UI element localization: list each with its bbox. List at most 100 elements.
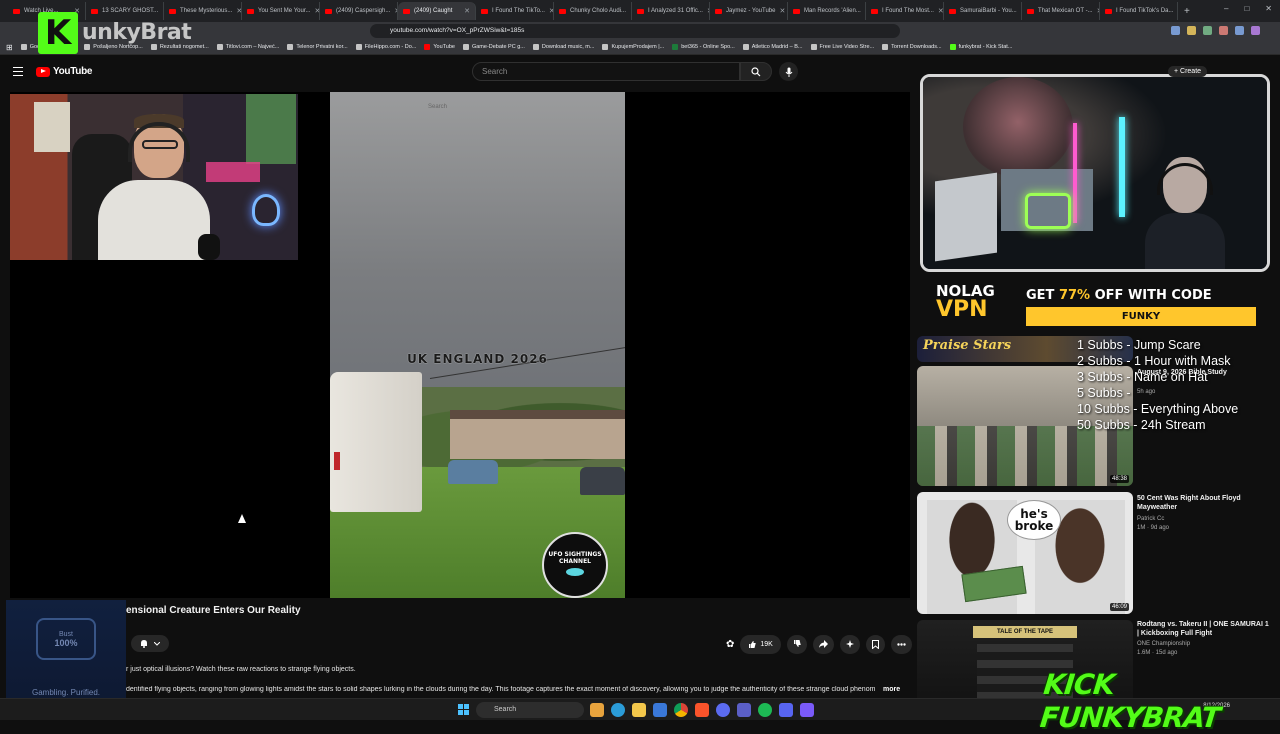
tab-label: (2409) Caught	[414, 8, 452, 14]
kick-funkybrat-banner: KICK FUNKYBRAT	[1039, 668, 1280, 734]
widgets-app-icon[interactable]	[590, 703, 604, 717]
close-window-button[interactable]: ✕	[1265, 4, 1272, 13]
recommended-video-channel[interactable]: ONE Championship	[1137, 640, 1190, 648]
extension-icon[interactable]	[1171, 26, 1180, 35]
apps-grid-icon[interactable]: ⊞	[6, 43, 13, 52]
browser-tab[interactable]: These Mysterious...✕	[164, 2, 242, 20]
maximize-button[interactable]: □	[1244, 4, 1249, 13]
dislike-button[interactable]	[787, 635, 807, 654]
discord-icon[interactable]	[779, 703, 793, 717]
window-controls: – □ ✕	[1224, 4, 1272, 13]
screen-face	[963, 77, 1073, 177]
brave-icon[interactable]	[695, 703, 709, 717]
extension-icon[interactable]	[1203, 26, 1212, 35]
bookmark-item[interactable]: FileHippo.com - Do...	[356, 44, 417, 50]
sub-goal: 3 Subbs - Name on Hat	[1077, 369, 1277, 385]
chrome-icon[interactable]	[674, 703, 688, 717]
youtube-logo[interactable]: YouTube	[36, 66, 92, 77]
tab-label: Chunky Cholo Audi...	[570, 8, 626, 14]
youtube-header: YouTube Search	[0, 56, 915, 88]
bookmark-item[interactable]: Download music, m...	[533, 44, 595, 50]
blue-car	[448, 460, 498, 484]
bookmark-label: bet365 - Online Spo...	[681, 44, 735, 50]
bookmark-label: Atletico Madrid – B...	[752, 44, 803, 50]
bookmark-item[interactable]: funkybrat - Kick Stat...	[950, 44, 1013, 50]
tab-label: You Sent Me Your...	[258, 8, 311, 14]
extension-icon[interactable]	[1187, 26, 1196, 35]
bookmark-item[interactable]: Torrent Downloads...	[882, 44, 941, 50]
tab-label: (2409) Caspersigh...	[336, 8, 390, 14]
browser-tab[interactable]: I Found TikTok's Da...✕	[1100, 2, 1178, 20]
bookmark-item[interactable]: KupujemProdajem |...	[602, 44, 664, 50]
extension-icon[interactable]	[1235, 26, 1244, 35]
new-tab-button[interactable]: +	[1184, 6, 1190, 17]
notification-bell-button[interactable]	[131, 635, 169, 652]
gambling-percent: 100%	[54, 638, 77, 648]
minimize-button[interactable]: –	[1224, 4, 1228, 13]
youtube-favicon-icon	[793, 9, 800, 14]
youtube-favicon-icon	[559, 9, 566, 14]
browser-tab[interactable]: I Analyzed 31 Offic...✕	[632, 2, 710, 20]
extension-action-icon[interactable]: ✿	[726, 639, 734, 650]
like-button[interactable]: 19K	[740, 635, 780, 654]
teams-icon[interactable]	[737, 703, 751, 717]
windows-start-icon[interactable]	[458, 704, 469, 715]
create-button[interactable]: + Create	[1168, 66, 1207, 77]
browser-tab[interactable]: I Found The Most... ✕	[866, 2, 944, 20]
taskbar-search[interactable]: Search	[476, 702, 584, 718]
browser-tab[interactable]: You Sent Me Your...✕	[242, 2, 320, 20]
messenger-icon[interactable]	[716, 703, 730, 717]
browser-tab-active[interactable]: (2409) Caught ✕	[398, 2, 476, 20]
thumbnail-audience	[917, 426, 1133, 486]
spotify-icon[interactable]	[758, 703, 772, 717]
search-button[interactable]	[740, 62, 772, 81]
bookmark-item[interactable]: Free Live Video Stre...	[811, 44, 875, 50]
app-icon[interactable]	[800, 703, 814, 717]
youtube-play-icon	[36, 67, 50, 77]
search-input[interactable]: Search	[472, 62, 740, 81]
browser-tab[interactable]: I Found The TikTo...✕	[476, 2, 554, 20]
bookmark-item[interactable]: Titlovi.com – Najveć...	[217, 44, 280, 50]
youtube-favicon-icon	[871, 9, 878, 14]
browser-tab[interactable]: 13 SCARY GHOST...✕	[86, 2, 164, 20]
browser-tab[interactable]: That Mexican OT -...✕	[1022, 2, 1100, 20]
recommended-video-title[interactable]: Rodtang vs. Takeru II | ONE SAMURAI 1 | …	[1137, 620, 1272, 638]
description-more-link[interactable]: more	[883, 686, 900, 693]
youtube-favicon-icon	[949, 9, 956, 14]
search-icon	[751, 67, 761, 77]
close-tab-icon[interactable]: ✕	[938, 7, 944, 15]
ask-ai-button[interactable]	[840, 635, 860, 654]
bookmark-item[interactable]: Atletico Madrid – B...	[743, 44, 803, 50]
vpn-code: FUNKY	[1026, 307, 1256, 326]
share-button[interactable]	[813, 635, 834, 654]
close-tab-icon[interactable]: ✕	[779, 7, 785, 15]
browser-tab[interactable]: Man Records 'Alien...✕	[788, 2, 866, 20]
voice-search-button[interactable]	[779, 62, 798, 81]
edge-browser-icon[interactable]	[611, 703, 625, 717]
file-explorer-icon[interactable]	[632, 703, 646, 717]
tab-label: I Found The Most...	[882, 8, 934, 14]
store-icon[interactable]	[653, 703, 667, 717]
recommended-video-thumbnail[interactable]: he's broke 46:09	[917, 492, 1133, 614]
recommended-video-channel[interactable]: Patrick Cc	[1137, 515, 1164, 523]
browser-tab[interactable]: Chunky Cholo Audi...✕	[554, 2, 632, 20]
more-actions-button[interactable]	[891, 635, 912, 654]
browser-tab[interactable]: (2409) Caspersigh...✕	[320, 2, 398, 20]
extension-icon[interactable]	[1251, 26, 1260, 35]
extension-icon[interactable]	[1219, 26, 1228, 35]
close-tab-icon[interactable]: ✕	[464, 7, 470, 15]
browser-tab[interactable]: Jaymez - YouTube✕	[710, 2, 788, 20]
bookmark-item[interactable]: YouTube	[424, 44, 455, 50]
bookmark-item[interactable]: Game-Debate PC g...	[463, 44, 525, 50]
bookmark-item[interactable]: bet365 - Online Spo...	[672, 44, 735, 50]
browser-tab[interactable]: SamuraiBarbi - You...✕	[944, 2, 1022, 20]
url-field[interactable]: youtube.com/watch?v=OX_pPrZWSiw&t=185s	[370, 24, 900, 38]
save-button[interactable]	[866, 635, 885, 654]
hamburger-menu-icon[interactable]	[13, 67, 23, 76]
bookmark-item[interactable]: Telenor Privatni kor...	[287, 44, 347, 50]
wall-poster	[246, 94, 296, 164]
recommended-video-title[interactable]: 50 Cent Was Right About Floyd Mayweather	[1137, 494, 1272, 512]
van-tail-light	[334, 452, 340, 470]
video-frame[interactable]: Search UK ENGLAND 2026 UFO SIGHTINGS CHA…	[330, 92, 625, 598]
neon-light	[1119, 117, 1125, 217]
